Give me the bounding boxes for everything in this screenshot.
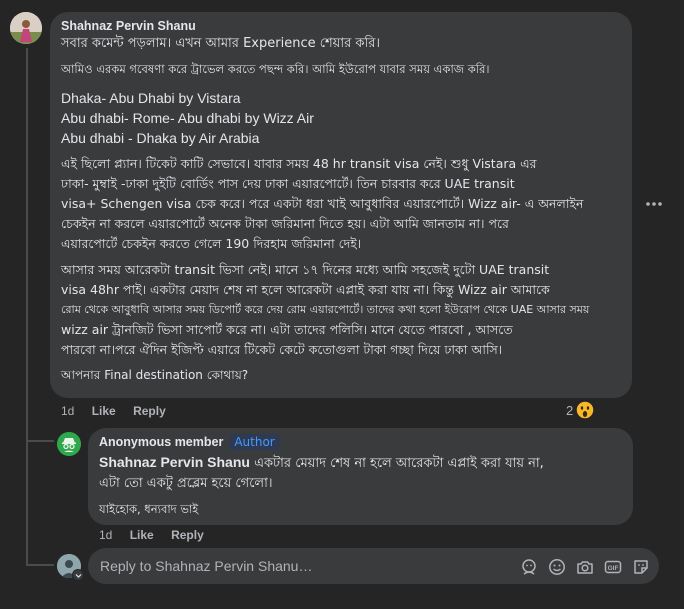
comment-actions: 1d Like Reply <box>61 404 180 418</box>
reply-body: Shahnaz Pervin Shanu একটার মেয়াদ শেষ না… <box>99 454 544 516</box>
comment-paragraph: আপনার Final destination কোথায়? <box>61 368 249 382</box>
thread-line-branch-2 <box>26 564 54 566</box>
reply-actions: 1d Like Reply <box>99 528 218 542</box>
like-button[interactable]: Like <box>92 404 116 418</box>
comment-author[interactable]: Shahnaz Pervin Shanu <box>61 19 196 33</box>
anonymous-avatar[interactable] <box>57 432 81 456</box>
reply-like-button[interactable]: Like <box>130 528 154 542</box>
mention-link[interactable]: Shahnaz Pervin Shanu <box>99 454 250 470</box>
comment-paragraph: আমিও এরকম গবেষণা করে ট্রাভেল করতে পছন্দ … <box>61 62 490 76</box>
avatar-dropdown-icon[interactable] <box>72 569 84 581</box>
comment-timestamp[interactable]: 1d <box>61 404 74 418</box>
comment-paragraph: এই ছিলো প্ল্যান। টিকেট কাটি সেভাবে। যাবা… <box>61 156 584 251</box>
avatar-sticker-icon[interactable] <box>520 558 538 576</box>
reply-bubble: Anonymous member Author Shahnaz Pervin S… <box>88 428 633 525</box>
comment-bubble: Shahnaz Pervin Shanu সবার কমেন্ট পড়লাম।… <box>50 12 632 398</box>
reply-composer[interactable]: Reply to Shahnaz Pervin Shanu… GIF <box>88 548 659 584</box>
comment-body: সবার কমেন্ট পড়লাম। এখন আমার Experience … <box>61 34 627 385</box>
comment-paragraph: সবার কমেন্ট পড়লাম। এখন আমার Experience … <box>61 36 381 51</box>
emoji-icon[interactable] <box>548 558 566 576</box>
wow-reaction-icon <box>575 400 595 420</box>
gif-icon[interactable]: GIF <box>604 558 622 576</box>
reply-input[interactable]: Reply to Shahnaz Pervin Shanu… <box>100 558 312 574</box>
more-options-icon[interactable] <box>644 196 664 212</box>
reply-timestamp[interactable]: 1d <box>99 528 112 542</box>
thread-line-branch <box>26 440 54 442</box>
reaction-count: 2 <box>566 402 574 418</box>
sticker-icon[interactable] <box>632 558 650 576</box>
reply-button[interactable]: Reply <box>133 404 166 418</box>
svg-text:GIF: GIF <box>608 565 619 572</box>
camera-icon[interactable] <box>576 558 594 576</box>
author-badge: Author <box>229 434 280 450</box>
commenter-avatar[interactable] <box>10 12 42 44</box>
flight-list: Dhaka- Abu Dhabi by Vistara Abu dhabi- R… <box>61 90 314 146</box>
reply-author[interactable]: Anonymous member <box>99 435 223 449</box>
reply-reply-button[interactable]: Reply <box>171 528 204 542</box>
reaction-summary[interactable]: 2 <box>566 400 595 420</box>
comment-paragraph: আসার সময় আরেকটা transit ভিসা নেই। মানে … <box>61 262 590 357</box>
thread-line-main <box>26 48 28 566</box>
